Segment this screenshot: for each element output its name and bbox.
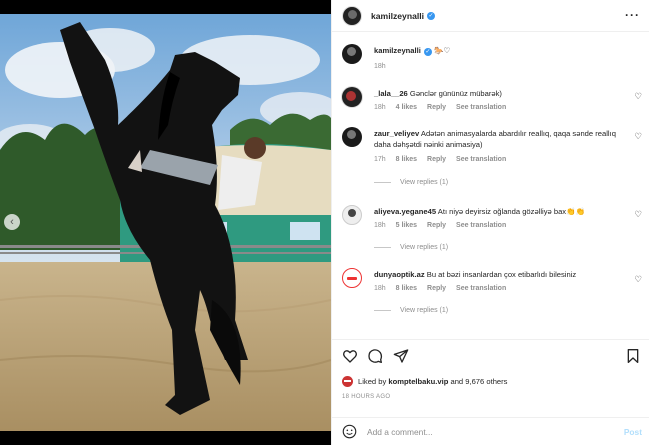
reply-button[interactable]: Reply [427, 104, 446, 111]
liker-avatar[interactable] [342, 376, 353, 387]
view-replies-button[interactable]: View replies (1) [374, 307, 448, 314]
comment-meta: 18h 5 likes Reply See translation [374, 222, 514, 229]
view-replies-label[interactable]: View replies (1) [400, 179, 448, 186]
heart-icon[interactable] [342, 348, 358, 364]
comment-meta: 17h 8 likes Reply See translation [374, 156, 514, 163]
comment-item: _lala__26 Gənclər gününüz mübarək) 18h 4… [342, 87, 642, 119]
comment-text: aliyeva.yegane45 Atı niyə deyirsiz oğlan… [374, 207, 629, 218]
add-comment-input[interactable] [367, 426, 607, 437]
comment-time: 18h [374, 104, 386, 111]
commenter-avatar[interactable] [342, 268, 362, 288]
comment-body: Bu at bəzi insanlardan çox etibarlıdı bi… [426, 270, 577, 279]
see-translation-link[interactable]: See translation [456, 104, 506, 111]
liker-username[interactable]: komptelbaku.vip [388, 377, 448, 386]
replies-divider [374, 247, 391, 248]
caption-time: 18h [374, 63, 386, 70]
post-photo[interactable]: ‹ [0, 0, 331, 445]
author-username[interactable]: kamilzeynalli [371, 11, 424, 21]
see-translation-link[interactable]: See translation [456, 285, 506, 292]
view-replies-label[interactable]: View replies (1) [400, 307, 448, 314]
comment-item: dunyaoptik.az Bu at bəzi insanlardan çox… [342, 268, 642, 318]
comment-text: dunyaoptik.az Bu at bəzi insanlardan çox… [374, 270, 629, 281]
comment-icon[interactable] [367, 348, 383, 364]
action-bar [332, 339, 649, 375]
likes-prefix: Liked by [358, 377, 387, 386]
chevron-left-icon[interactable]: ‹ [4, 214, 20, 230]
bookmark-icon[interactable] [625, 348, 641, 364]
caption-meta: 18h [374, 63, 394, 70]
share-icon[interactable] [393, 348, 409, 364]
caption-emoji: 🐎♡ [433, 46, 451, 55]
caption-username[interactable]: kamilzeynalli [374, 46, 421, 55]
comment-username[interactable]: zaur_veliyev [374, 129, 419, 138]
comment-meta: 18h 8 likes Reply See translation [374, 285, 514, 292]
caption: kamilzeynalli ✓ 🐎♡ 18h [342, 44, 642, 74]
comment-likes[interactable]: 8 likes [396, 156, 417, 163]
add-comment-bar: Post [332, 417, 649, 445]
post-modal: ‹ kamilzeynalli ✓ ··· kamilzeynalli ✓ 🐎♡ … [0, 0, 649, 445]
verified-badge-icon: ✓ [427, 11, 436, 20]
verified-badge-icon: ✓ [423, 48, 432, 57]
photo-illustration [0, 14, 331, 431]
comment-likes[interactable]: 5 likes [396, 222, 417, 229]
comment-likes[interactable]: 4 likes [396, 104, 417, 111]
heart-icon[interactable]: ♡ [634, 91, 642, 101]
comment-username[interactable]: dunyaoptik.az [374, 270, 425, 279]
emoji-icon[interactable] [342, 424, 357, 439]
comment-meta: 18h 4 likes Reply See translation [374, 104, 514, 111]
view-replies-button[interactable]: View replies (1) [374, 244, 448, 251]
comment-text: _lala__26 Gənclər gününüz mübarək) [374, 89, 629, 100]
comment-username[interactable]: aliyeva.yegane45 [374, 207, 436, 216]
comment-text: zaur_veliyev Adətən animasyalarda abardı… [374, 129, 629, 150]
author-avatar[interactable] [342, 44, 362, 64]
likes-suffix[interactable]: and 9,676 others [450, 377, 507, 386]
see-translation-link[interactable]: See translation [456, 222, 506, 229]
commenter-avatar[interactable] [342, 87, 362, 107]
replies-divider [374, 182, 391, 183]
post-button[interactable]: Post [624, 427, 642, 437]
comment-body: Atı niyə deyirsiz oğlanda gözəlliyə bax👏… [437, 207, 586, 216]
comments-panel: kamilzeynalli ✓ ··· kamilzeynalli ✓ 🐎♡ 18… [331, 0, 649, 445]
likes-summary: Liked by komptelbaku.vip and 9,676 other… [342, 376, 507, 387]
comment-time: 17h [374, 156, 386, 163]
comment-time: 18h [374, 222, 386, 229]
view-replies-label[interactable]: View replies (1) [400, 244, 448, 251]
reply-button[interactable]: Reply [427, 222, 446, 229]
comment-likes[interactable]: 8 likes [396, 285, 417, 292]
comment-username[interactable]: _lala__26 [374, 89, 408, 98]
caption-text: kamilzeynalli ✓ 🐎♡ [374, 46, 629, 57]
comment-item: zaur_veliyev Adətən animasyalarda abardı… [342, 127, 642, 191]
comments-list: kamilzeynalli ✓ 🐎♡ 18h _lala__26 Gənclər … [332, 33, 649, 338]
heart-icon[interactable]: ♡ [634, 209, 642, 219]
commenter-avatar[interactable] [342, 205, 362, 225]
commenter-avatar[interactable] [342, 127, 362, 147]
view-replies-button[interactable]: View replies (1) [374, 179, 448, 186]
comment-item: aliyeva.yegane45 Atı niyə deyirsiz oğlan… [342, 205, 642, 255]
replies-divider [374, 310, 391, 311]
post-timestamp[interactable]: 18 HOURS AGO [342, 394, 390, 400]
heart-icon[interactable]: ♡ [634, 131, 642, 141]
comment-body: Gənclər gününüz mübarək) [409, 89, 502, 98]
reply-button[interactable]: Reply [427, 285, 446, 292]
author-avatar[interactable] [342, 5, 362, 26]
heart-icon[interactable]: ♡ [634, 274, 642, 284]
reply-button[interactable]: Reply [427, 156, 446, 163]
see-translation-link[interactable]: See translation [456, 156, 506, 163]
post-header: kamilzeynalli ✓ ··· [332, 0, 649, 32]
comment-time: 18h [374, 285, 386, 292]
more-options-icon[interactable]: ··· [625, 9, 640, 21]
